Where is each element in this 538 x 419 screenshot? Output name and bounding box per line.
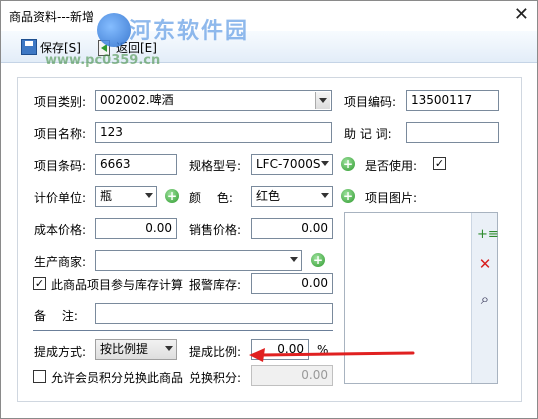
unit-label: 计价单位: — [34, 191, 87, 205]
category-select[interactable]: 002002.啤酒 — [95, 90, 332, 111]
watermark-site: 河东软件园 — [129, 19, 250, 44]
chevron-down-icon[interactable] — [145, 193, 153, 198]
exchange-points-input: 0.00 — [251, 365, 333, 386]
points-exchange-label: 允许会员积分兑换此商品 — [51, 371, 184, 385]
sale-price-label: 销售价格: — [189, 223, 242, 237]
sale-price-input[interactable]: 0.00 — [251, 218, 333, 239]
annotation-arrow-icon — [249, 348, 415, 362]
mnemonic-input[interactable] — [406, 122, 499, 143]
window-title: 商品资料---新增 — [9, 10, 94, 24]
unit-value: 瓶 — [100, 189, 113, 203]
title-bar: 商品资料---新增 ✕ — [1, 1, 537, 31]
commission-method-select[interactable]: 按比例提 — [95, 339, 177, 360]
zoom-icon[interactable]: ⌕ — [477, 291, 493, 307]
check-icon: ✓ — [34, 277, 45, 290]
code-label: 项目编码: — [344, 95, 397, 109]
add-icon[interactable]: + — [341, 157, 355, 171]
delete-icon[interactable]: ✕ — [477, 256, 493, 272]
manufacturer-label: 生产商家: — [34, 255, 87, 269]
chevron-down-icon[interactable] — [315, 92, 330, 109]
name-label: 项目名称: — [34, 127, 87, 141]
in-use-checkbox[interactable]: ✓ — [433, 157, 446, 170]
chevron-down-icon[interactable] — [321, 193, 329, 198]
barcode-label: 项目条码: — [34, 159, 87, 173]
add-image-icon[interactable]: +≡ — [477, 227, 499, 243]
unit-select[interactable]: 瓶 — [95, 186, 157, 207]
watermark-url: www.pc0359.cn — [45, 53, 161, 68]
remark-label: 备 注: — [34, 309, 78, 323]
color-select[interactable]: 红色 — [251, 186, 333, 207]
exchange-points-label: 兑换积分: — [189, 371, 242, 385]
add-icon[interactable]: + — [311, 253, 325, 267]
color-value: 红色 — [256, 189, 281, 203]
points-exchange-checkbox[interactable] — [33, 370, 46, 383]
category-label: 项目类别: — [34, 95, 87, 109]
name-input[interactable]: 123 — [95, 122, 332, 143]
chevron-down-icon[interactable] — [290, 257, 298, 262]
spec-select[interactable]: LFC-7000S — [251, 154, 333, 175]
code-input[interactable]: 13500117 — [406, 90, 499, 111]
spec-value: LFC-7000S — [256, 157, 321, 171]
commission-method-value: 按比例提 — [100, 342, 149, 356]
close-icon[interactable]: ✕ — [514, 5, 529, 25]
chevron-down-icon[interactable] — [165, 346, 173, 351]
cost-price-label: 成本价格: — [34, 223, 87, 237]
mnemonic-label: 助 记 词: — [344, 127, 392, 141]
chevron-down-icon[interactable] — [321, 161, 329, 166]
manufacturer-select[interactable] — [95, 250, 302, 271]
save-icon — [21, 39, 37, 55]
add-icon[interactable]: + — [165, 189, 179, 203]
color-label: 颜 色: — [189, 191, 233, 205]
alarm-stock-label: 报警库存: — [189, 278, 242, 292]
watermark-logo-icon — [97, 13, 131, 47]
alarm-stock-input[interactable]: 0.00 — [251, 273, 333, 294]
product-dialog: 商品资料---新增 ✕ 保存[S] 返回[E] 河东软件园 www.pc0359… — [0, 0, 538, 419]
barcode-input[interactable]: 6663 — [95, 154, 177, 175]
commission-rate-label: 提成比例: — [189, 345, 242, 359]
stock-calc-label: 此商品项目参与库存计算 — [51, 278, 184, 292]
stock-calc-checkbox[interactable]: ✓ — [33, 277, 46, 290]
in-use-label: 是否使用: — [365, 159, 418, 173]
commission-method-label: 提成方式: — [34, 345, 87, 359]
cost-price-input[interactable]: 0.00 — [95, 218, 177, 239]
spec-label: 规格型号: — [189, 159, 242, 173]
image-label: 项目图片: — [365, 191, 418, 205]
remark-input[interactable] — [95, 303, 333, 324]
check-icon: ✓ — [434, 157, 445, 170]
category-value: 002002.啤酒 — [100, 93, 174, 107]
separator — [33, 330, 333, 331]
add-icon[interactable]: + — [341, 189, 355, 203]
